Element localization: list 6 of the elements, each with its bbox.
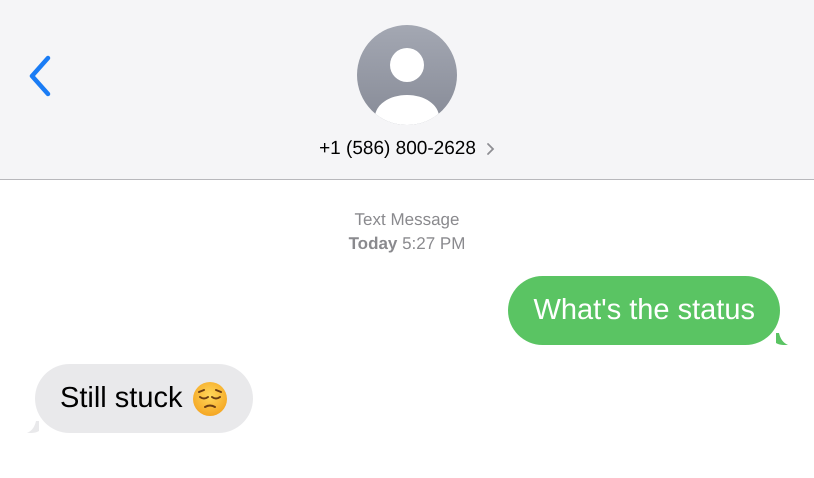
chevron-icon — [486, 142, 495, 156]
service-label: Text Message — [354, 209, 460, 231]
contact-name-button[interactable]: +1 (586) 800-2628 — [319, 138, 495, 160]
avatar-icon[interactable] — [357, 25, 457, 125]
bubble-tail — [776, 333, 788, 345]
timestamp: Today 5:27 PM — [348, 233, 466, 255]
